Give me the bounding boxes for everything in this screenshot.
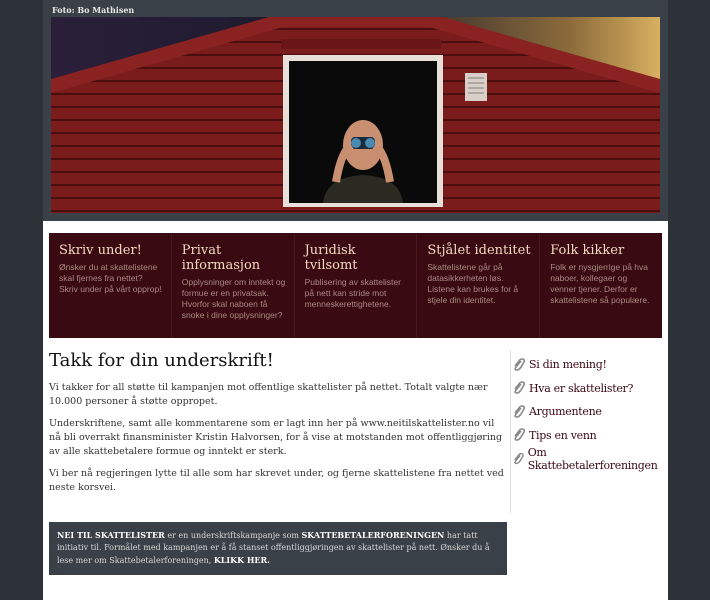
paperclip-icon — [514, 381, 525, 395]
footer-info-box: NEI TIL SKATTELISTER er en underskriftsk… — [49, 522, 507, 575]
feature-nav: Skriv under! Ønsker du at skattelistene … — [49, 233, 662, 338]
nav-item-privat-informasjon[interactable]: Privat informasjon Opplysninger om innte… — [172, 233, 295, 338]
org-name: SKATTEBETALERFORENINGEN — [301, 530, 445, 540]
sidebar-item-label[interactable]: Argumentene — [529, 405, 602, 418]
sidebar-menu: Si din mening! Hva er skattelister? Argu… — [513, 353, 663, 472]
nav-item-desc: Publisering av skattelister på nett kan … — [304, 277, 401, 309]
sidebar-item-hva-er-skattelister[interactable]: Hva er skattelister? — [513, 377, 663, 401]
paperclip-icon — [514, 428, 525, 442]
left-background — [0, 0, 43, 600]
footer-text-part: er en underskriftskampanje som — [164, 531, 302, 540]
nav-item-title[interactable]: Juridisk tvilsomt — [305, 243, 409, 273]
sidebar-item-tips-en-venn[interactable]: Tips en venn — [513, 424, 663, 448]
paperclip-icon — [514, 452, 524, 464]
paragraph: Underskriftene, samt alle kommentarene s… — [49, 418, 503, 457]
paperclip-icon — [514, 404, 525, 418]
nav-item-desc: Opplysninger om inntekt og formue er en … — [181, 277, 286, 320]
read-more-link[interactable]: KLIKK HER. — [214, 555, 270, 565]
column-divider — [510, 350, 511, 513]
nav-item-stjalet-identitet[interactable]: Stjålet identitet Skattelistene går på d… — [417, 233, 541, 338]
paperclip-icon — [514, 357, 525, 371]
sidebar-item-om-skattebetalerforeningen[interactable]: Om Skattebetalerforeningen — [513, 446, 663, 472]
nav-item-title[interactable]: Skriv under! — [59, 243, 163, 258]
sidebar-item-argumentene[interactable]: Argumentene — [513, 400, 663, 424]
sidebar-item-si-din-mening[interactable]: Si din mening! — [513, 353, 663, 377]
photo-credit: Foto: Bo Mathisen — [52, 5, 135, 15]
nav-item-folk-kikker[interactable]: Folk kikker Folk er nysgjerrige på hva n… — [540, 233, 662, 338]
barn-window-illustration — [51, 17, 660, 213]
nav-item-juridisk-tvilsomt[interactable]: Juridisk tvilsomt Publisering av skattel… — [295, 233, 418, 338]
sidebar-item-label[interactable]: Om Skattebetalerforeningen — [528, 446, 663, 472]
nav-item-title[interactable]: Stjålet identitet — [427, 243, 531, 258]
right-background — [667, 0, 710, 600]
sidebar-item-label[interactable]: Hva er skattelister? — [529, 382, 633, 395]
page-title: Takk for din underskrift! — [49, 350, 274, 371]
header-photo — [51, 17, 660, 213]
main-content: Takk for din underskrift! Vi takker for … — [49, 350, 509, 503]
sidebar-item-label[interactable]: Tips en venn — [529, 429, 597, 442]
campaign-name: NEI TIL SKATTELISTER — [57, 530, 165, 540]
nav-item-desc: Ønsker du at skattelistene skal fjernes … — [59, 262, 162, 294]
nav-item-title[interactable]: Privat informasjon — [182, 243, 286, 273]
nav-item-title[interactable]: Folk kikker — [550, 243, 654, 258]
paragraph: Vi takker for all støtte til kampanjen m… — [49, 382, 488, 407]
nav-item-desc: Folk er nysgjerrige på hva naboer, kolle… — [550, 262, 650, 305]
page-container: Foto: Bo Mathisen Skriv under! Ønsker du… — [43, 0, 668, 600]
nav-item-desc: Skattelistene går på datasikkerheten løs… — [427, 262, 519, 305]
header: Foto: Bo Mathisen — [43, 0, 668, 221]
footer-text: NEI TIL SKATTELISTER er en underskriftsk… — [57, 529, 499, 567]
sidebar-item-label[interactable]: Si din mening! — [529, 358, 607, 371]
nav-item-skriv-under[interactable]: Skriv under! Ønsker du at skattelistene … — [49, 233, 172, 338]
paragraph: Vi ber nå regjeringen lytte til alle som… — [49, 468, 504, 493]
